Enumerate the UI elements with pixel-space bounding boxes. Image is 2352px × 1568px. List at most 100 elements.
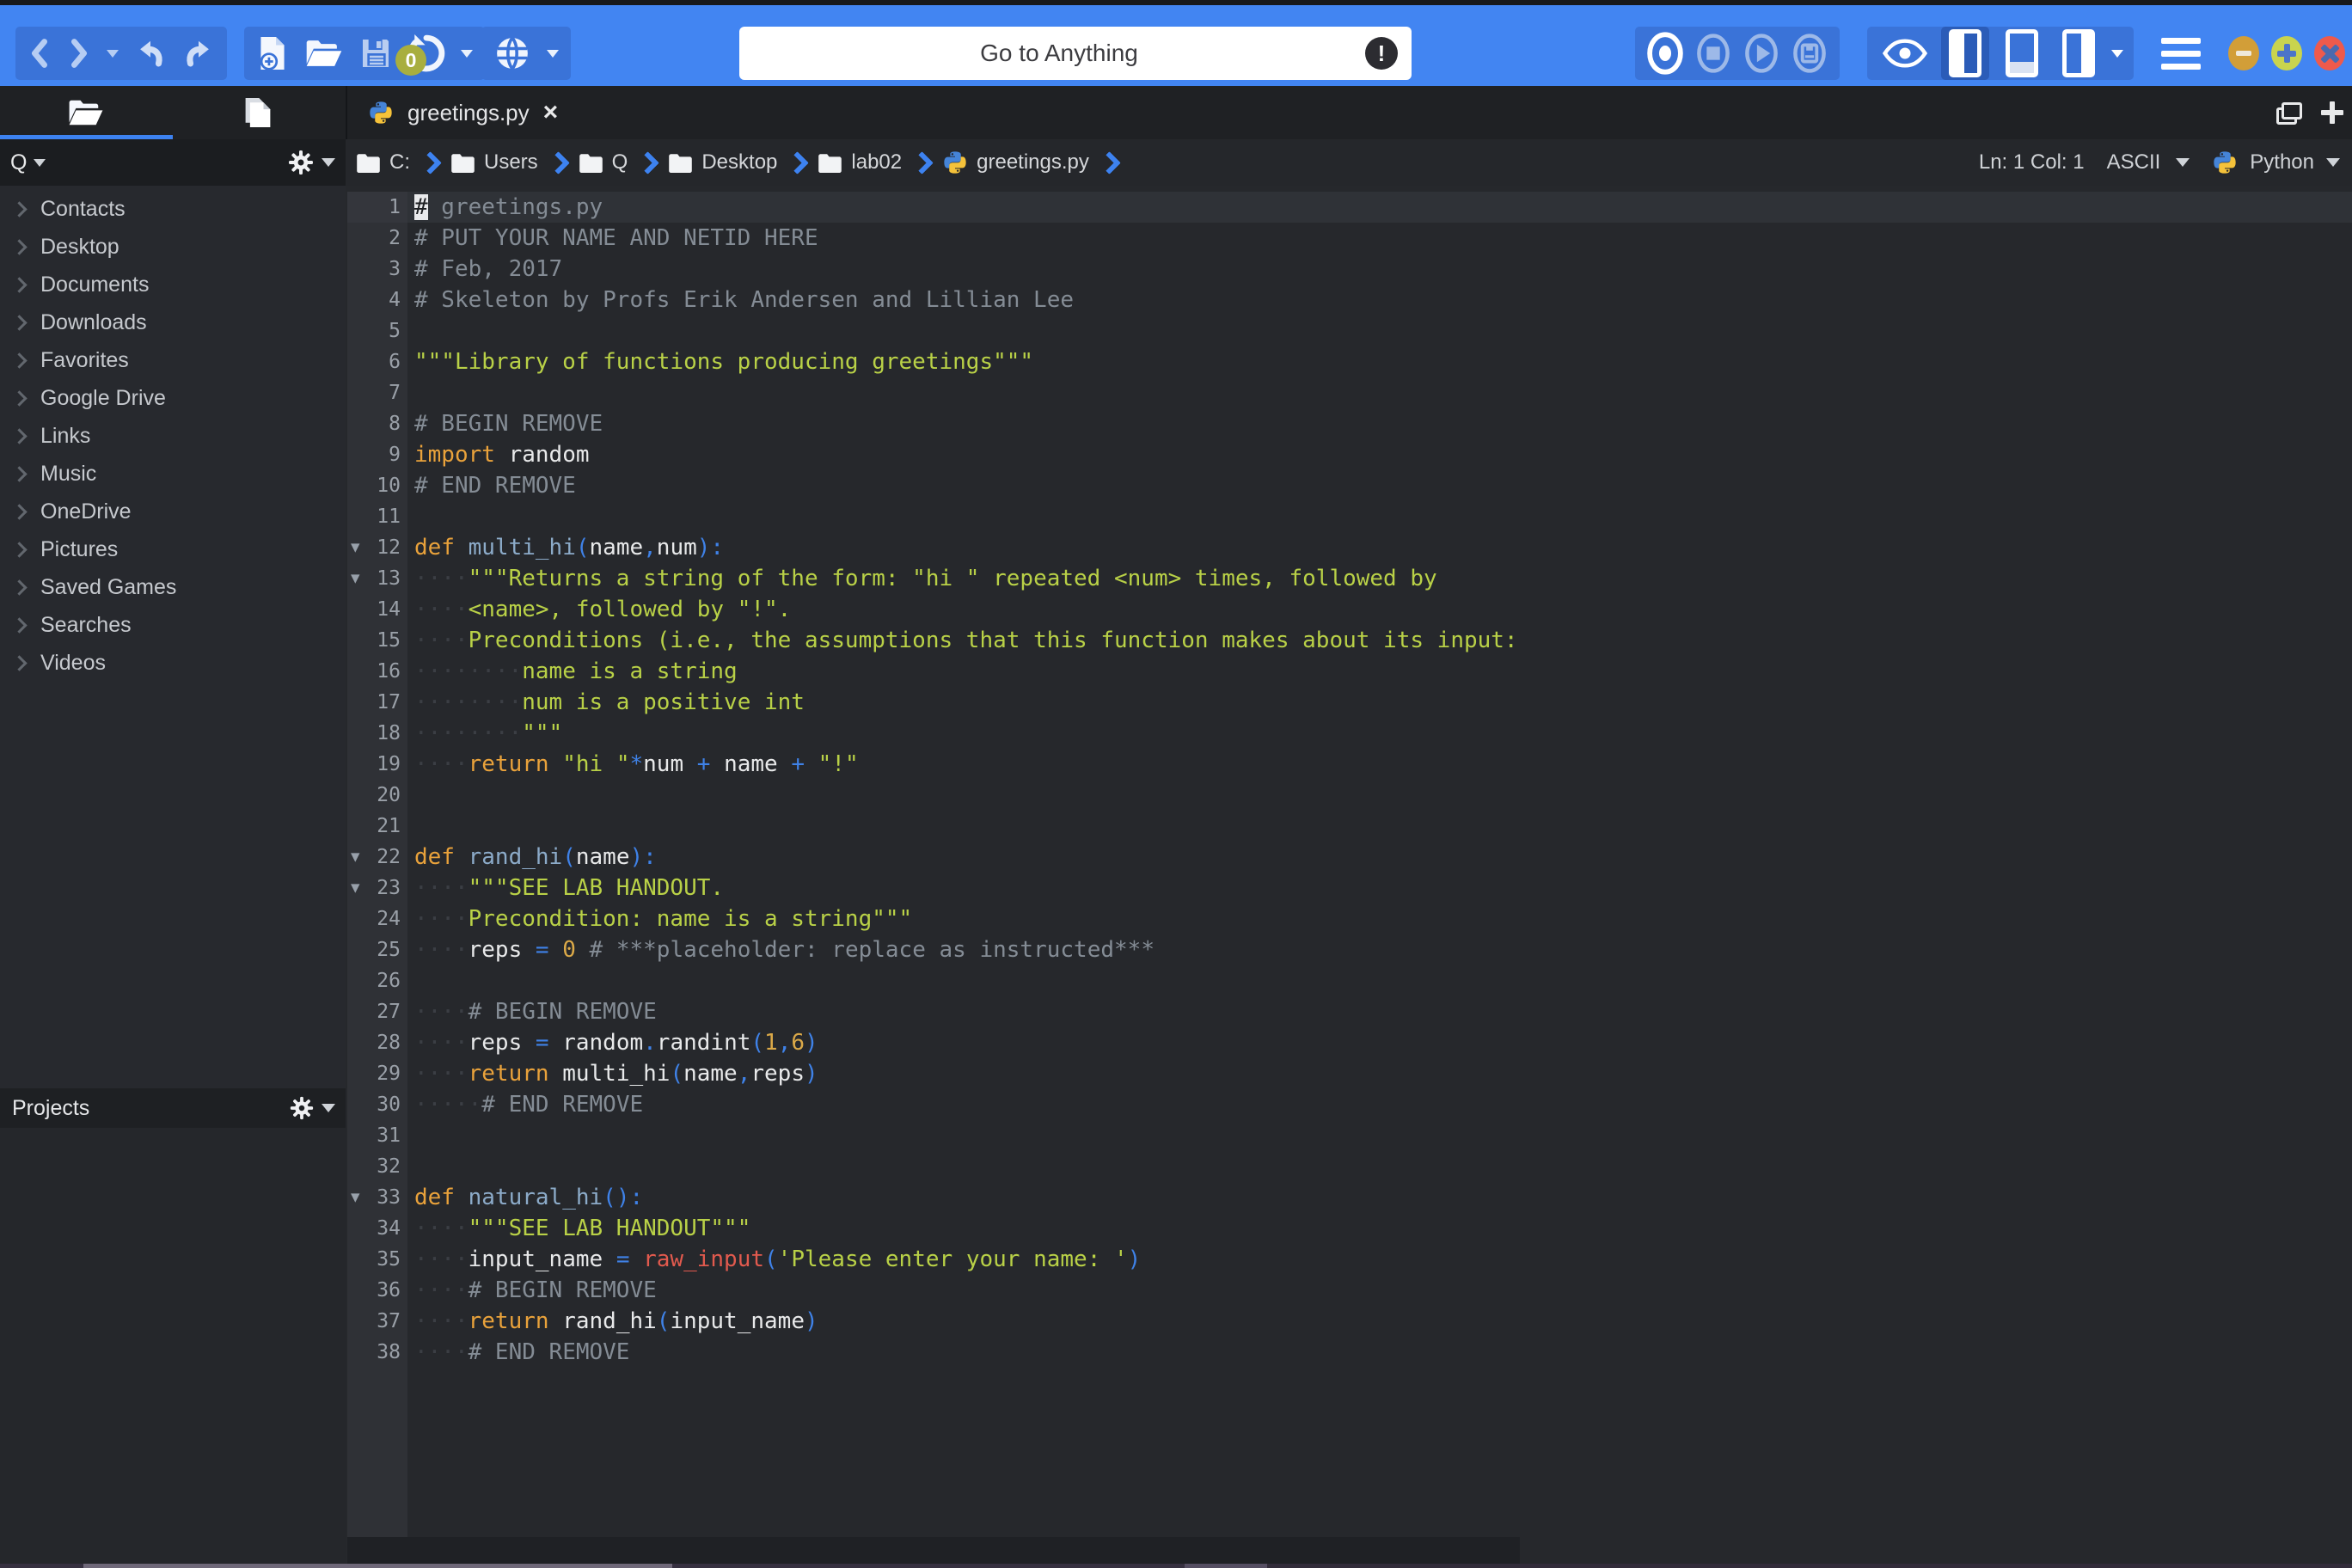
toggle-left-panel-button[interactable] xyxy=(1941,27,1989,80)
tab-close-icon[interactable]: × xyxy=(543,100,559,126)
tab-greetings-py[interactable]: greetings.py × xyxy=(347,86,579,139)
horizontal-scrollbar[interactable] xyxy=(347,1537,1520,1564)
code-line[interactable]: 10# END REMOVE xyxy=(347,470,2352,501)
preview-caret[interactable] xyxy=(547,50,559,58)
code-line[interactable]: 2# PUT YOUR NAME AND NETID HERE xyxy=(347,223,2352,254)
code-line[interactable]: 28····reps = random.randint(1,6) xyxy=(347,1027,2352,1058)
fold-marker-icon[interactable]: ▾ xyxy=(351,873,360,903)
code-area[interactable]: 1# greetings.py2# PUT YOUR NAME AND NETI… xyxy=(347,192,2352,1368)
split-view-icon[interactable] xyxy=(2276,102,2302,123)
expand-chevron-icon[interactable] xyxy=(11,579,27,595)
sidebar-item-downloads[interactable]: Downloads xyxy=(0,303,346,341)
code-line[interactable]: 24····Precondition: name is a string""" xyxy=(347,903,2352,934)
breadcrumb-item-users[interactable]: Users xyxy=(450,150,538,175)
sidebar-tab-places[interactable] xyxy=(0,86,172,139)
code-line[interactable]: 32 xyxy=(347,1151,2352,1182)
language-caret[interactable] xyxy=(2326,158,2340,167)
sidebar-item-searches[interactable]: Searches xyxy=(0,606,346,644)
sidebar-item-desktop[interactable]: Desktop xyxy=(0,228,346,266)
code-line[interactable]: 11 xyxy=(347,501,2352,532)
code-line[interactable]: 30·····# END REMOVE xyxy=(347,1089,2352,1120)
sidebar-item-google-drive[interactable]: Google Drive xyxy=(0,379,346,417)
projects-gear-icon[interactable] xyxy=(289,1095,315,1121)
sidebar-item-music[interactable]: Music xyxy=(0,455,346,493)
code-line[interactable]: 25····reps = 0 # ***placeholder: replace… xyxy=(347,934,2352,965)
expand-chevron-icon[interactable] xyxy=(11,390,27,406)
code-line[interactable]: ▾13····"""Returns a string of the form: … xyxy=(347,563,2352,594)
code-line[interactable]: 27····# BEGIN REMOVE xyxy=(347,996,2352,1027)
expand-chevron-icon[interactable] xyxy=(11,466,27,481)
macro-record-button[interactable] xyxy=(1645,30,1685,77)
expand-chevron-icon[interactable] xyxy=(11,617,27,633)
code-line[interactable]: 36····# BEGIN REMOVE xyxy=(347,1275,2352,1306)
code-line[interactable]: 6"""Library of functions producing greet… xyxy=(347,346,2352,377)
search-error-icon[interactable]: ! xyxy=(1365,37,1398,70)
expand-chevron-icon[interactable] xyxy=(11,352,27,368)
panel-layout-caret[interactable] xyxy=(2111,50,2123,58)
history-dropdown-caret[interactable] xyxy=(107,50,119,58)
language-selector[interactable]: Python xyxy=(2250,150,2314,175)
code-line[interactable]: 20 xyxy=(347,780,2352,811)
macro-save-button[interactable] xyxy=(1790,30,1829,77)
expand-chevron-icon[interactable] xyxy=(11,315,27,330)
sidebar-item-documents[interactable]: Documents xyxy=(0,266,346,303)
toggle-bottom-panel-button[interactable] xyxy=(1998,27,2046,80)
code-line[interactable]: ▾23····"""SEE LAB HANDOUT. xyxy=(347,873,2352,903)
unified-menu-button[interactable] xyxy=(2161,38,2201,70)
code-line[interactable]: 9import random xyxy=(347,439,2352,470)
code-line[interactable]: 3# Feb, 2017 xyxy=(347,254,2352,285)
code-line[interactable]: 15····Preconditions (i.e., the assumptio… xyxy=(347,625,2352,656)
code-line[interactable]: 29····return multi_hi(name,reps) xyxy=(347,1058,2352,1089)
code-line[interactable]: 21 xyxy=(347,811,2352,842)
projects-gear-caret[interactable] xyxy=(322,1104,335,1112)
places-gear-caret[interactable] xyxy=(322,158,335,167)
code-line[interactable]: 34····"""SEE LAB HANDOUT""" xyxy=(347,1213,2352,1244)
close-button[interactable] xyxy=(2314,36,2345,70)
sidebar-item-links[interactable]: Links xyxy=(0,417,346,455)
new-tab-icon[interactable] xyxy=(2321,101,2343,124)
syntax-check-button[interactable]: 0 xyxy=(407,34,445,72)
sidebar-item-onedrive[interactable]: OneDrive xyxy=(0,493,346,530)
expand-chevron-icon[interactable] xyxy=(11,201,27,217)
expand-chevron-icon[interactable] xyxy=(11,655,27,671)
code-line[interactable]: 16········name is a string xyxy=(347,656,2352,687)
new-file-button[interactable] xyxy=(256,34,289,72)
code-line[interactable]: 1# greetings.py xyxy=(347,192,2352,223)
breadcrumb-item-lab02[interactable]: lab02 xyxy=(818,150,902,175)
code-line[interactable]: 14····<name>, followed by "!". xyxy=(347,594,2352,625)
code-line[interactable]: ▾12def multi_hi(name,num): xyxy=(347,532,2352,563)
browser-preview-button[interactable] xyxy=(493,34,531,72)
code-line[interactable]: ▾33def natural_hi(): xyxy=(347,1182,2352,1213)
places-scope-label[interactable]: Q xyxy=(10,150,27,175)
expand-chevron-icon[interactable] xyxy=(11,428,27,444)
sidebar-item-saved-games[interactable]: Saved Games xyxy=(0,568,346,606)
sidebar-item-contacts[interactable]: Contacts xyxy=(0,190,346,228)
code-line[interactable]: 17········num is a positive int xyxy=(347,687,2352,718)
sidebar-item-favorites[interactable]: Favorites xyxy=(0,341,346,379)
maximize-button[interactable] xyxy=(2271,36,2302,70)
macro-stop-button[interactable] xyxy=(1694,30,1733,77)
fold-marker-icon[interactable]: ▾ xyxy=(351,1182,360,1213)
places-gear-icon[interactable] xyxy=(287,149,315,176)
sidebar-item-videos[interactable]: Videos xyxy=(0,644,346,682)
encoding-selector[interactable]: ASCII xyxy=(2107,150,2161,175)
sidebar-item-pictures[interactable]: Pictures xyxy=(0,530,346,568)
expand-chevron-icon[interactable] xyxy=(11,542,27,557)
back-button[interactable] xyxy=(28,38,52,69)
syntax-check-caret[interactable] xyxy=(461,50,473,58)
fold-marker-icon[interactable]: ▾ xyxy=(351,532,360,563)
places-scope-caret[interactable] xyxy=(34,159,46,167)
code-line[interactable]: 7 xyxy=(347,377,2352,408)
code-line[interactable]: 35····input_name = raw_input('Please ent… xyxy=(347,1244,2352,1275)
preview-eye-button[interactable] xyxy=(1883,38,1927,69)
code-line[interactable]: 4# Skeleton by Profs Erik Andersen and L… xyxy=(347,285,2352,315)
sidebar-tab-files[interactable] xyxy=(172,86,344,139)
redo-button[interactable] xyxy=(182,37,215,70)
breadcrumb-item-desktop[interactable]: Desktop xyxy=(668,150,777,175)
breadcrumb-item-q[interactable]: Q xyxy=(579,150,628,175)
breadcrumb-item-greetings-py[interactable]: greetings.py xyxy=(942,150,1089,175)
expand-chevron-icon[interactable] xyxy=(11,277,27,292)
encoding-caret[interactable] xyxy=(2176,158,2190,167)
minimize-button[interactable] xyxy=(2228,36,2259,70)
code-line[interactable]: 18········""" xyxy=(347,718,2352,749)
